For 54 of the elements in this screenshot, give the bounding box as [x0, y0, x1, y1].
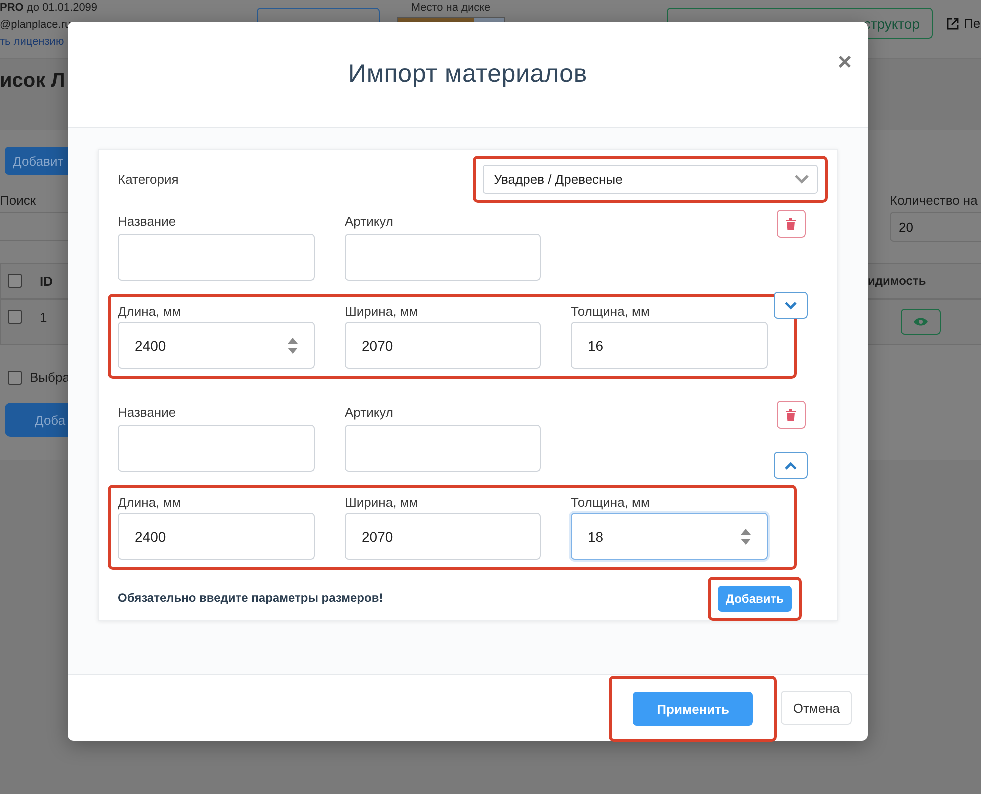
- per-page-field[interactable]: 20: [890, 212, 981, 242]
- checkbox[interactable]: [8, 370, 22, 384]
- category-select[interactable]: Увадрев / Древесные: [483, 164, 818, 194]
- input-field[interactable]: [345, 234, 541, 281]
- field-label: Ширина, мм: [345, 304, 420, 318]
- table-cell: 1: [40, 310, 48, 325]
- search-field[interactable]: [0, 212, 68, 241]
- field-label: Ширина, мм: [345, 495, 420, 509]
- input-field[interactable]: [345, 425, 541, 472]
- input-field[interactable]: 2400: [118, 513, 315, 560]
- collapse-button[interactable]: [774, 452, 808, 479]
- field-label: Длина, мм: [118, 495, 182, 509]
- close-button[interactable]: ×: [836, 50, 854, 76]
- chevron-down-icon: [785, 302, 797, 310]
- trash-icon: [786, 409, 796, 421]
- field-label: Название: [118, 214, 178, 228]
- field-label: Категория: [118, 172, 179, 186]
- field-label: Артикул: [345, 214, 394, 228]
- input-field[interactable]: 2070: [345, 322, 541, 369]
- input-field[interactable]: 18: [571, 513, 768, 560]
- input-field[interactable]: 16: [571, 322, 768, 369]
- license-info: PRO до 01.01.2099: [0, 1, 98, 16]
- collapse-button[interactable]: [774, 292, 808, 319]
- column-header: ID: [40, 274, 53, 288]
- input-field[interactable]: 2400: [118, 322, 315, 369]
- trash-icon: [786, 218, 796, 230]
- input-field[interactable]: [118, 425, 315, 472]
- warning-text: Обязательно введите параметры размеров!: [118, 591, 384, 605]
- delete-button[interactable]: [776, 401, 806, 429]
- dialog-title: Импорт материалов: [348, 60, 588, 89]
- page-title: исок Л: [0, 70, 66, 93]
- field-label: Длина, мм: [118, 304, 182, 318]
- eye-icon: [914, 317, 928, 327]
- field-label: Толщина, мм: [571, 304, 651, 318]
- external-link[interactable]: Пе: [964, 16, 981, 31]
- input-field[interactable]: [118, 234, 315, 281]
- column-header: идимость: [868, 274, 926, 288]
- cancel-button[interactable]: Отмена: [781, 691, 852, 725]
- field-label: Толщина, мм: [571, 495, 651, 509]
- chevron-up-icon: [785, 462, 797, 470]
- delete-button[interactable]: [776, 210, 806, 238]
- search-label: Поиск: [0, 193, 36, 208]
- external-link-icon: [947, 18, 959, 30]
- account-email: @planplace.ru: [0, 18, 72, 33]
- checkbox[interactable]: [8, 274, 22, 288]
- checkbox[interactable]: [8, 310, 22, 324]
- spinner-icon[interactable]: [741, 528, 751, 546]
- per-page-label: Количество на: [890, 193, 978, 208]
- disk-label: Место на диске: [410, 1, 492, 15]
- spinner-icon[interactable]: [288, 336, 298, 354]
- chevron-down-icon: [795, 174, 809, 184]
- field-label: Название: [118, 405, 178, 419]
- input-field[interactable]: 2070: [345, 513, 541, 560]
- field-label: Артикул: [345, 405, 394, 419]
